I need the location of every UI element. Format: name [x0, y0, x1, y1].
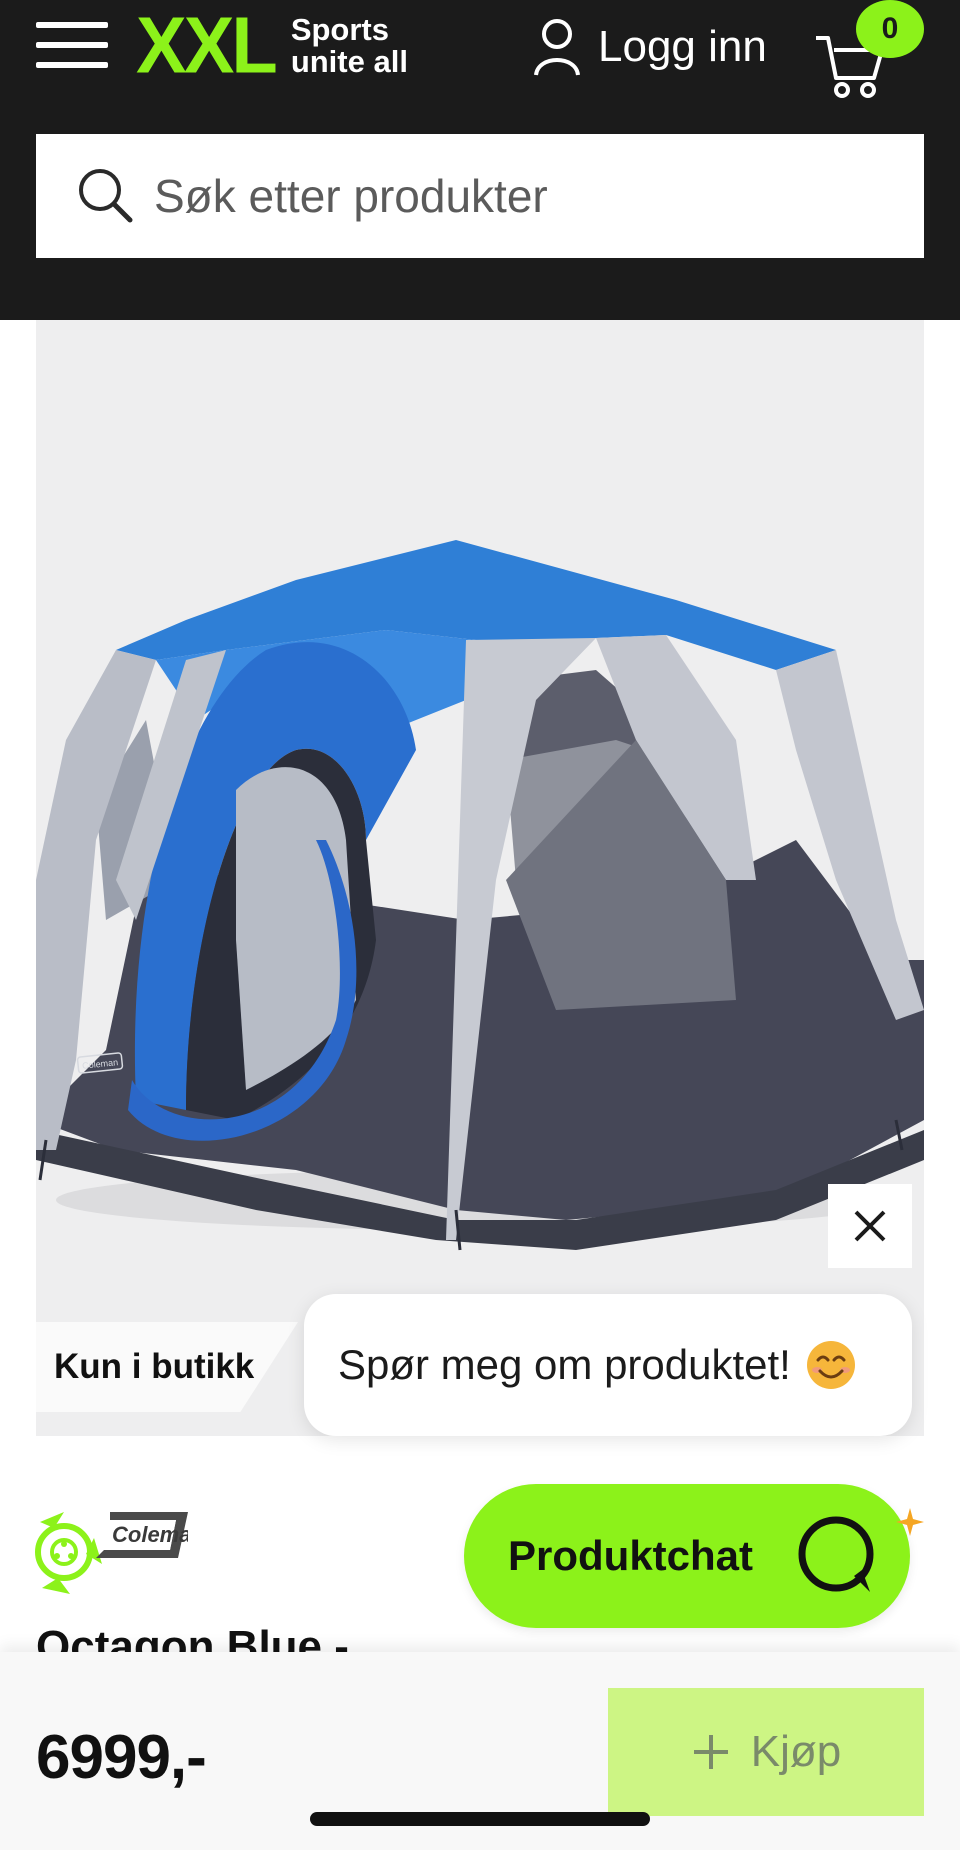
search-input[interactable]: Søk etter produkter: [36, 134, 924, 258]
logo-tagline: Sports unite all: [291, 14, 408, 78]
close-chat-button[interactable]: [828, 1184, 912, 1268]
cart-button[interactable]: 0: [812, 0, 924, 98]
product-price: 6999,-: [36, 1723, 207, 1792]
brand-logo: Coleman: [96, 1512, 188, 1558]
logo-wordmark: XXL: [136, 0, 278, 91]
store-only-label: Kun i butikk: [54, 1347, 255, 1386]
search-icon: [79, 169, 133, 223]
chat-prompt-text: Spør meg om produktet!: [338, 1341, 791, 1388]
product-chat-button[interactable]: Produktchat: [464, 1484, 910, 1628]
recycle-icon: [35, 1512, 102, 1594]
product-image[interactable]: Coleman: [36, 320, 924, 1436]
tent-illustration: Coleman: [36, 540, 924, 1251]
cart-count-badge: 0: [856, 0, 924, 58]
login-label: Logg inn: [598, 22, 767, 71]
tagline-line2: unite all: [290, 44, 408, 79]
user-icon: [534, 19, 580, 76]
close-icon: [854, 1210, 886, 1242]
chat-bubble-icon: [798, 1516, 874, 1592]
buy-label: Kjøp: [750, 1727, 842, 1776]
hamburger-menu-icon[interactable]: [36, 18, 108, 72]
login-button[interactable]: Logg inn: [532, 12, 767, 82]
home-indicator[interactable]: [310, 1812, 650, 1826]
plus-icon: [693, 1735, 728, 1769]
chat-prompt-bubble[interactable]: Spør meg om produktet!: [304, 1294, 912, 1436]
top-header: XXL Sports unite all Logg inn 0 Søk ette…: [0, 0, 960, 320]
buy-button[interactable]: Kjøp: [608, 1688, 924, 1816]
brand-logo-text: Coleman: [112, 1522, 188, 1547]
product-chat-label: Produktchat: [508, 1532, 754, 1579]
smiling-face-icon: [806, 1341, 855, 1389]
xxl-logo[interactable]: XXL Sports unite all: [136, 6, 408, 86]
tagline-line1: Sports: [290, 12, 389, 47]
sparkle-star-icon: [896, 1508, 924, 1536]
search-placeholder: Søk etter produkter: [154, 170, 548, 222]
